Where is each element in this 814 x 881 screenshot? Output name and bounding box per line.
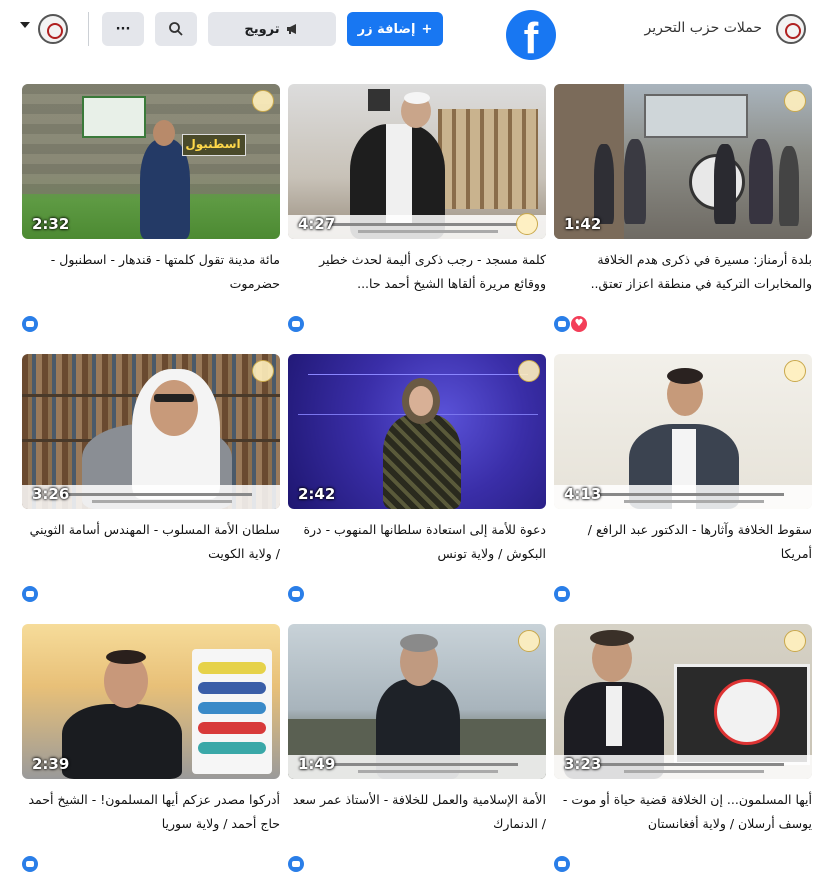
- video-title[interactable]: كلمة مسجد - رجب ذكرى أليمة لحدث خطير ووق…: [288, 248, 546, 296]
- video-duration: 4:13: [564, 485, 602, 503]
- channel-logo-icon: [784, 630, 806, 652]
- like-reaction-icon: [288, 856, 304, 872]
- video-thumbnail[interactable]: 3:26: [22, 354, 280, 509]
- video-title[interactable]: دعوة للأمة إلى استعادة سلطانها المنهوب -…: [288, 518, 546, 566]
- video-duration: 1:42: [564, 215, 602, 233]
- reactions[interactable]: [554, 316, 587, 332]
- video-title[interactable]: أدركوا مصدر عزكم أيها المسلمون! - الشيخ …: [22, 788, 281, 836]
- like-reaction-icon: [22, 586, 38, 602]
- reactions[interactable]: [22, 856, 38, 872]
- like-reaction-icon: [22, 856, 38, 872]
- thumbnail-caption: اسطنبول: [185, 137, 241, 151]
- reactions[interactable]: [288, 586, 304, 602]
- like-reaction-icon: [288, 586, 304, 602]
- video-thumbnail[interactable]: 3:23: [554, 624, 812, 779]
- video-title[interactable]: سقوط الخلافة وآثارها - الدكتور عبد الراف…: [554, 518, 812, 566]
- video-thumbnail[interactable]: 2:42: [288, 354, 546, 509]
- channel-logo-icon: [516, 213, 538, 235]
- video-title[interactable]: بلدة أرمناز: مسيرة في ذكرى هدم الخلافة و…: [554, 248, 812, 296]
- video-duration: 2:32: [32, 215, 70, 233]
- video-title[interactable]: سلطان الأمة المسلوب - المهندس أسامة الثو…: [22, 518, 280, 566]
- video-duration: 4:27: [298, 215, 336, 233]
- reactions[interactable]: [288, 316, 304, 332]
- like-reaction-icon: [288, 316, 304, 332]
- video-title[interactable]: مائة مدينة تقول كلمتها - قندهار - اسطنبو…: [22, 248, 280, 296]
- channel-logo-icon: [784, 360, 806, 382]
- video-thumbnail[interactable]: 4:27: [288, 84, 546, 239]
- like-reaction-icon: [22, 316, 38, 332]
- reactions[interactable]: [554, 856, 570, 872]
- video-thumbnail[interactable]: 1:49: [288, 624, 546, 779]
- video-duration: 1:49: [298, 755, 336, 773]
- reactions[interactable]: [554, 586, 570, 602]
- channel-logo-icon: [518, 360, 540, 382]
- channel-logo-icon: [252, 90, 274, 112]
- video-title[interactable]: أيها المسلمون... إن الخلافة قضية حياة أو…: [554, 788, 812, 836]
- video-grid: 1:42 بلدة أرمناز: مسيرة في ذكرى هدم الخل…: [0, 0, 814, 881]
- video-duration: 2:39: [32, 755, 70, 773]
- video-thumbnail[interactable]: 1:42: [554, 84, 812, 239]
- video-duration: 2:42: [298, 485, 336, 503]
- like-reaction-icon: [554, 856, 570, 872]
- video-thumbnail[interactable]: 2:39: [22, 624, 280, 779]
- video-thumbnail[interactable]: اسطنبول 2:32: [22, 84, 280, 239]
- like-reaction-icon: [554, 316, 570, 332]
- like-reaction-icon: [554, 586, 570, 602]
- video-title[interactable]: الأمة الإسلامية والعمل للخلافة - الأستاذ…: [288, 788, 546, 836]
- love-reaction-icon: [571, 316, 587, 332]
- video-duration: 3:26: [32, 485, 70, 503]
- channel-logo-icon: [518, 630, 540, 652]
- reactions[interactable]: [22, 316, 38, 332]
- channel-logo-icon: [784, 90, 806, 112]
- video-duration: 3:23: [564, 755, 602, 773]
- reactions[interactable]: [22, 586, 38, 602]
- reactions[interactable]: [288, 856, 304, 872]
- channel-logo-icon: [252, 360, 274, 382]
- video-thumbnail[interactable]: 4:13: [554, 354, 812, 509]
